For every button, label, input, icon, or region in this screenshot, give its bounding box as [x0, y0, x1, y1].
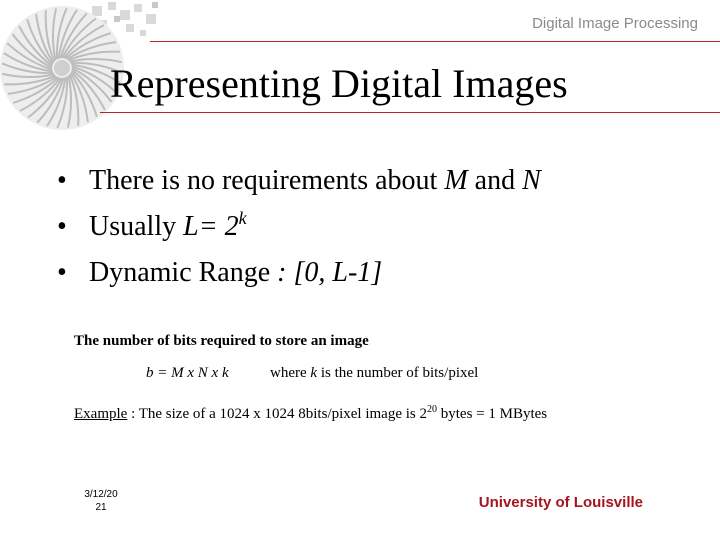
slide-date: 3/12/20	[84, 489, 118, 500]
bullet-exponent: k	[238, 208, 247, 228]
bits-where-text: where k is the number of bits/pixel	[270, 365, 479, 381]
bits-heading: The number of bits required to store an …	[74, 333, 369, 349]
bullet-icon: •	[57, 257, 67, 288]
bullet-text: and	[467, 165, 523, 196]
institution-name: University of Louisville	[478, 494, 643, 511]
bullet-range: : [0, L-1]	[277, 257, 383, 288]
bullet-icon: •	[57, 165, 67, 196]
bullet-equation: = 2	[198, 211, 239, 242]
bullet-item: • There is no requirements about M and N	[57, 162, 541, 208]
slide: Digital Image Processing Representing Di…	[0, 0, 720, 540]
title-rule	[100, 112, 720, 113]
bullet-var-l: L	[183, 211, 199, 242]
slide-number: 21	[95, 502, 107, 513]
course-title: Digital Image Processing	[532, 15, 698, 32]
example-label: Example	[74, 406, 128, 422]
bullet-icon: •	[57, 211, 67, 242]
bullet-var-m: M	[444, 165, 468, 196]
header-rule	[150, 41, 720, 42]
bits-formula: b = M x N x k	[146, 365, 229, 381]
bullet-text: Usually	[89, 211, 184, 242]
example-text: Example : The size of a 1024 x 1024 8bit…	[74, 404, 548, 423]
bullet-item: • Dynamic Range : [0, L-1]	[57, 254, 541, 300]
bullet-text: There is no requirements about	[89, 165, 445, 196]
bullet-item: • Usually L= 2k	[57, 208, 541, 254]
slide-title: Representing Digital Images	[110, 61, 568, 106]
bullet-list: • There is no requirements about M and N …	[57, 162, 541, 300]
bullet-var-n: N	[522, 165, 541, 196]
bullet-text: Dynamic Range	[89, 257, 278, 288]
slide-date-page: 3/12/20 21	[82, 488, 120, 514]
example-exponent: 20	[427, 404, 438, 415]
